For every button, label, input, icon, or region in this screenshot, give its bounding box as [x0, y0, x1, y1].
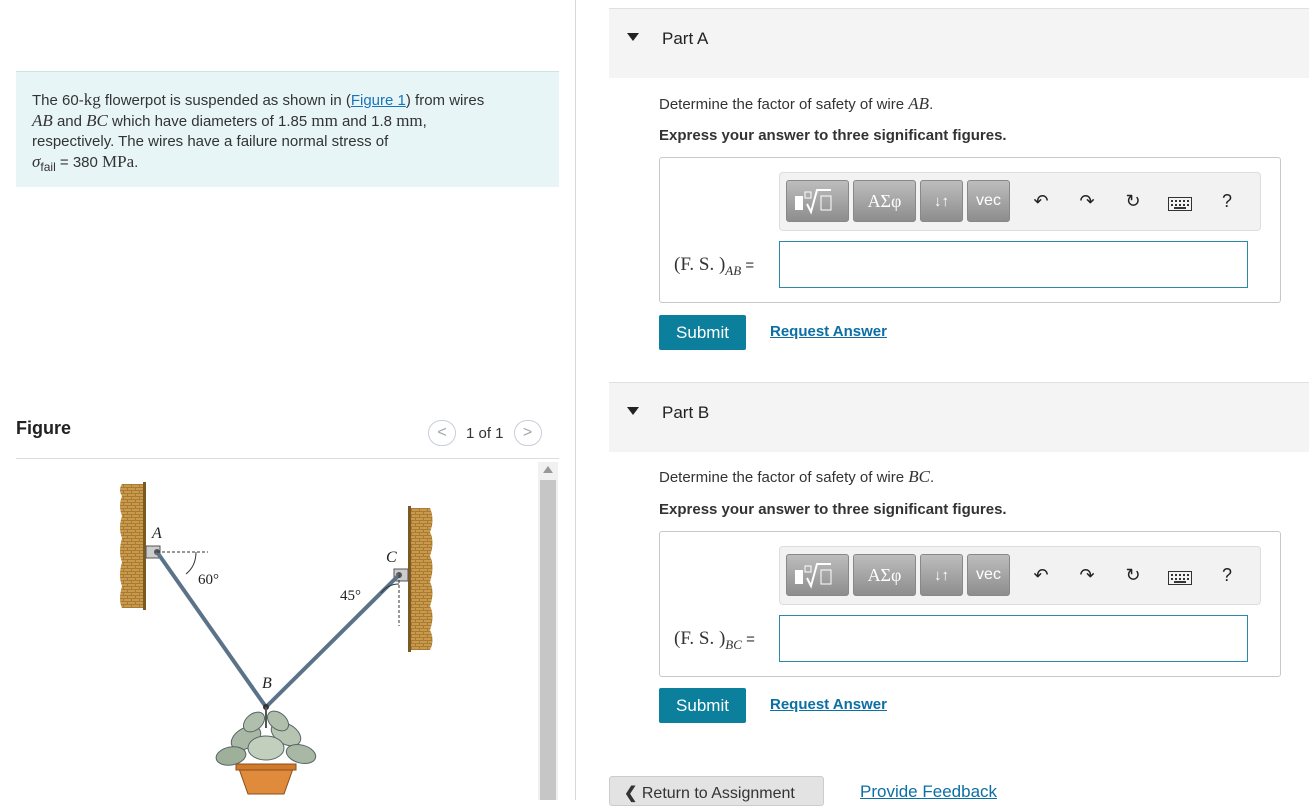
angle-60-label: 60°: [198, 572, 219, 588]
unit-kg: kg: [83, 90, 101, 109]
reset-icon[interactable]: ↻: [1122, 191, 1144, 212]
part-b-answer-box: ΑΣφ ↓↑ vec ↶ ↷ ↻ ? (F. S. )BC =: [659, 531, 1281, 677]
right-wall: [408, 506, 433, 652]
problem-text: .: [134, 154, 139, 171]
equals-sign: =: [741, 257, 755, 274]
left-panel: The 60-kg flowerpot is suspended as show…: [0, 0, 575, 800]
part-b-label: Part B: [662, 403, 710, 422]
collapse-triangle-icon[interactable]: [627, 33, 639, 41]
wire-symbol: BC: [908, 467, 931, 486]
part-a-request-answer-link[interactable]: Request Answer: [770, 323, 887, 340]
figure-pager: < 1 of 1 >: [428, 420, 542, 446]
problem-text: ,: [422, 113, 427, 130]
part-b-submit-button[interactable]: Submit: [659, 688, 746, 723]
redo-icon[interactable]: ↷: [1076, 191, 1098, 212]
angle-45-label: 45°: [340, 588, 361, 604]
fs-bc-input[interactable]: [779, 615, 1248, 662]
unit-mpa: MPa: [102, 152, 135, 171]
scroll-thumb[interactable]: [540, 480, 556, 800]
math-toolbar: ΑΣφ ↓↑ vec ↶ ↷ ↻ ?: [779, 172, 1261, 231]
wire-bc: [264, 573, 401, 709]
label-c: C: [386, 549, 397, 566]
figure-image: A C B 60° 45°: [16, 466, 536, 800]
collapse-triangle-icon[interactable]: [627, 407, 639, 415]
figure-scrollbar[interactable]: [538, 462, 558, 800]
math-toolbar: ΑΣφ ↓↑ vec ↶ ↷ ↻ ?: [779, 546, 1261, 605]
problem-text: = 380: [55, 154, 103, 171]
part-b-question: Determine the factor of safety of wire B…: [659, 467, 934, 487]
fs-bc-label: (F. S. )BC =: [674, 628, 755, 653]
flowerpot: [215, 704, 317, 795]
left-wall: [120, 482, 146, 610]
figure-title: Figure: [16, 418, 72, 438]
subscript-icon[interactable]: ↓↑: [920, 554, 963, 596]
problem-statement: The 60-kg flowerpot is suspended as show…: [16, 71, 559, 187]
panel-divider: [575, 0, 576, 800]
vector-icon[interactable]: vec: [967, 554, 1010, 596]
next-figure-button[interactable]: >: [513, 420, 542, 446]
greek-icon[interactable]: ΑΣφ: [853, 554, 916, 596]
keyboard-icon[interactable]: [1168, 195, 1192, 216]
problem-text: and: [52, 113, 87, 130]
wire-bc-symbol: BC: [86, 111, 108, 130]
part-a-header[interactable]: Part A: [609, 8, 1309, 78]
undo-icon[interactable]: ↶: [1030, 565, 1052, 586]
templates-icon[interactable]: [786, 554, 849, 596]
wire-symbol: AB: [908, 94, 930, 113]
templates-icon[interactable]: [786, 180, 849, 222]
subscript-icon[interactable]: ↓↑: [920, 180, 963, 222]
help-icon[interactable]: ?: [1216, 565, 1238, 586]
question-text: .: [929, 96, 934, 113]
figure-link[interactable]: Figure 1: [351, 92, 406, 109]
label-b: B: [262, 675, 272, 692]
prev-figure-button[interactable]: <: [428, 420, 456, 446]
equals-sign: =: [741, 631, 755, 648]
flowerpot-diagram: A C B 60° 45°: [120, 482, 433, 795]
undo-icon[interactable]: ↶: [1030, 191, 1052, 212]
figure-page-indicator: 1 of 1: [466, 424, 504, 442]
part-b-instruction: Express your answer to three significant…: [659, 501, 1007, 518]
problem-text: respectively. The wires have a failure n…: [32, 133, 389, 150]
part-a-submit-button[interactable]: Submit: [659, 315, 746, 350]
keyboard-icon[interactable]: [1168, 569, 1192, 590]
part-a-label: Part A: [662, 29, 709, 48]
part-b-request-answer-link[interactable]: Request Answer: [770, 696, 887, 713]
label-text: (F. S. ): [674, 628, 726, 649]
question-text: Determine the factor of safety of wire: [659, 469, 909, 486]
chevron-left-icon: ❮: [624, 785, 638, 802]
label-a: A: [151, 525, 162, 542]
unit-mm: mm: [311, 111, 338, 130]
problem-text: ) from wires: [405, 92, 485, 109]
vector-icon[interactable]: vec: [967, 180, 1010, 222]
part-a-instruction: Express your answer to three significant…: [659, 127, 1007, 144]
problem-text: which have diameters of 1.85: [107, 113, 312, 130]
fs-ab-label: (F. S. )AB =: [674, 254, 754, 279]
redo-icon[interactable]: ↷: [1076, 565, 1098, 586]
problem-text: The 60-: [32, 92, 84, 109]
help-icon[interactable]: ?: [1216, 191, 1238, 212]
return-label: Return to Assignment: [641, 785, 795, 802]
label-text: (F. S. ): [674, 254, 726, 275]
question-text: .: [930, 469, 935, 486]
problem-text: and 1.8: [337, 113, 397, 130]
part-a-question: Determine the factor of safety of wire A…: [659, 94, 933, 114]
divider: [16, 458, 559, 459]
sigma-subscript: fail: [40, 160, 56, 174]
label-subscript: AB: [725, 262, 742, 278]
problem-text: flowerpot is suspended as shown in (: [100, 92, 351, 109]
scroll-up-arrow[interactable]: [543, 466, 553, 473]
wire-ab-symbol: AB: [32, 111, 53, 130]
unit-mm: mm: [396, 111, 423, 130]
return-to-assignment-button[interactable]: ❮ Return to Assignment: [609, 776, 824, 806]
part-a-answer-box: ΑΣφ ↓↑ vec ↶ ↷ ↻ ? (F. S. )AB =: [659, 157, 1281, 303]
question-text: Determine the factor of safety of wire: [659, 96, 909, 113]
label-subscript: BC: [725, 636, 742, 652]
provide-feedback-link[interactable]: Provide Feedback: [860, 782, 997, 802]
reset-icon[interactable]: ↻: [1122, 565, 1144, 586]
part-b-header[interactable]: Part B: [609, 382, 1309, 452]
greek-icon[interactable]: ΑΣφ: [853, 180, 916, 222]
fs-ab-input[interactable]: [779, 241, 1248, 288]
